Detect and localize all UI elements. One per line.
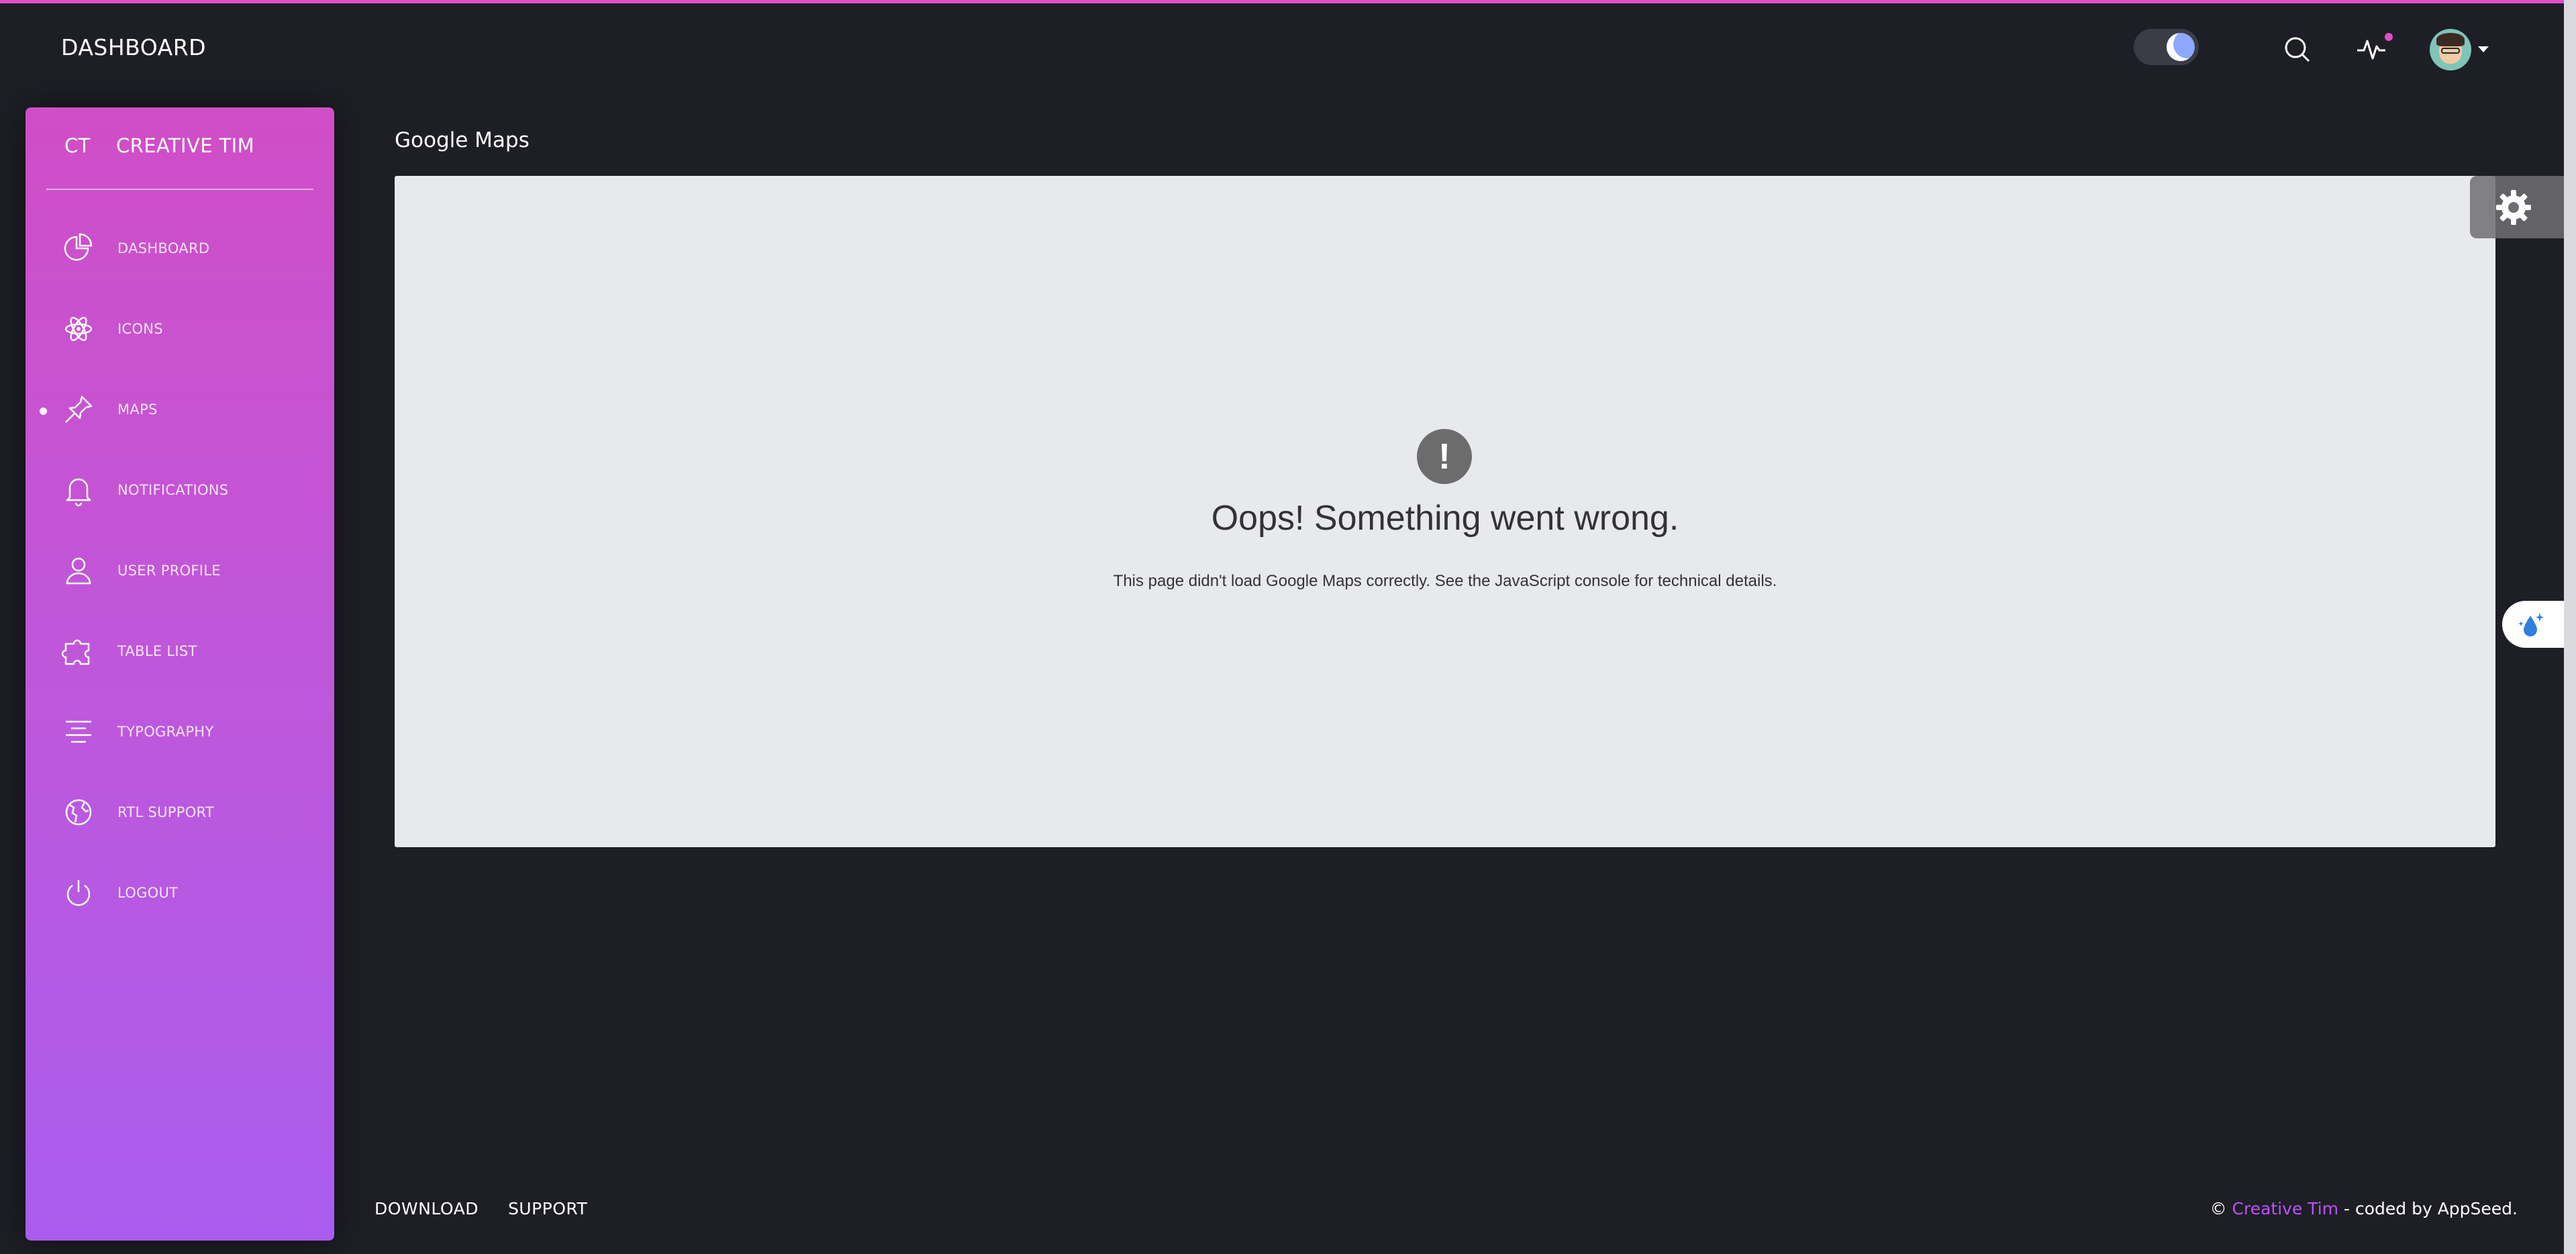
sidebar-item-table-list[interactable]: TABLE LIST [26, 625, 334, 679]
pulse-icon [2357, 40, 2385, 60]
exclamation-icon: ! [1417, 429, 1472, 484]
align-center-icon [66, 720, 91, 743]
sidebar-item-icons[interactable]: ICONS [26, 303, 334, 356]
active-indicator [40, 407, 47, 415]
sidebar: CT CREATIVE TIM DASHBOARD ICONS MAPS NOT… [26, 107, 334, 1241]
search-button[interactable] [2277, 30, 2317, 68]
sidebar-item-user-profile[interactable]: USER PROFILE [26, 544, 334, 598]
dark-mode-toggle[interactable] [2134, 29, 2199, 65]
power-icon [66, 880, 91, 906]
avatar[interactable] [2430, 29, 2471, 70]
sidebar-logo[interactable]: CT CREATIVE TIM [26, 134, 334, 175]
settings-button[interactable] [2470, 176, 2564, 238]
top-navbar: DASHBOARD [0, 3, 2564, 94]
copyright-symbol: © [2210, 1199, 2227, 1218]
puzzle-icon [62, 639, 90, 665]
chart-pie-icon [64, 233, 93, 261]
sidebar-item-typography[interactable]: TYPOGRAPHY [26, 706, 334, 759]
user-icon [66, 557, 91, 585]
floating-widget-button[interactable] [2502, 601, 2564, 648]
pin-icon [65, 395, 93, 423]
sidebar-item-label: TYPOGRAPHY [117, 724, 214, 740]
map-error-title: Oops! Something went wrong. [1211, 499, 1679, 538]
footer-link-download[interactable]: DOWNLOAD [375, 1199, 479, 1218]
moon-icon [2167, 33, 2195, 61]
gear-icon [2496, 190, 2531, 225]
sidebar-item-maps[interactable]: MAPS [26, 383, 334, 437]
window-scrollbar[interactable] [2564, 0, 2576, 1254]
sidebar-divider [46, 189, 313, 190]
logo-text[interactable]: CREATIVE TIM [116, 134, 254, 157]
sidebar-item-dashboard[interactable]: DASHBOARD [26, 222, 334, 276]
bell-icon [66, 478, 91, 507]
atom-icon [64, 316, 93, 342]
notifications-button[interactable] [2351, 30, 2393, 68]
world-icon [65, 799, 92, 826]
creative-tim-link[interactable]: Creative Tim [2232, 1199, 2339, 1218]
navbar-brand[interactable]: DASHBOARD [61, 34, 206, 60]
notification-dot [2385, 33, 2393, 41]
sidebar-item-logout[interactable]: LOGOUT [26, 867, 334, 920]
sidebar-item-label: TABLE LIST [117, 643, 197, 659]
map-container[interactable]: ! Oops! Something went wrong. This page … [395, 176, 2495, 847]
sidebar-item-label: LOGOUT [117, 885, 179, 901]
water-drop-icon [2518, 613, 2544, 636]
sidebar-item-label: ICONS [117, 321, 163, 337]
sidebar-item-label: USER PROFILE [117, 563, 221, 579]
sidebar-item-label: MAPS [117, 401, 158, 418]
sidebar-item-label: DASHBOARD [117, 240, 210, 256]
copyright-suffix: - coded by AppSeed. [2338, 1199, 2518, 1218]
search-icon [2285, 37, 2310, 62]
sidebar-item-label: RTL SUPPORT [117, 804, 215, 820]
logo-mini[interactable]: CT [64, 134, 91, 157]
page-title: Google Maps [395, 128, 530, 152]
copyright: © Creative Tim - coded by AppSeed. [2210, 1199, 2518, 1218]
sidebar-item-notifications[interactable]: NOTIFICATIONS [26, 464, 334, 518]
caret-down-icon[interactable] [2478, 46, 2489, 52]
map-error-detail: This page didn't load Google Maps correc… [1113, 572, 1777, 590]
sidebar-item-label: NOTIFICATIONS [117, 482, 229, 498]
footer-nav: DOWNLOAD SUPPORT [375, 1199, 611, 1218]
sidebar-item-rtl-support[interactable]: RTL SUPPORT [26, 786, 334, 840]
footer-link-support[interactable]: SUPPORT [508, 1199, 587, 1218]
